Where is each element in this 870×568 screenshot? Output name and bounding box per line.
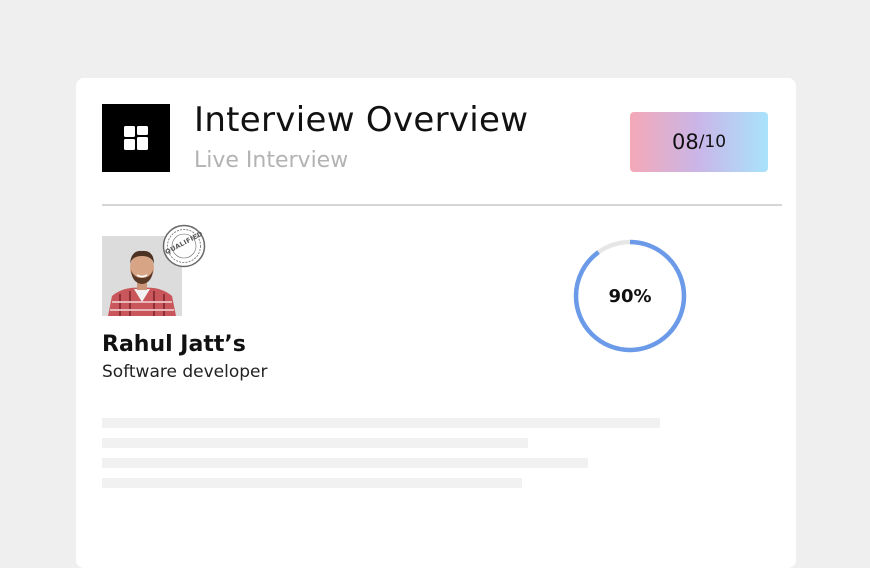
dashboard-grid-icon bbox=[102, 104, 170, 172]
score-value: 08 bbox=[671, 130, 699, 154]
score-badge: 08/10 bbox=[630, 112, 768, 172]
placeholder-line bbox=[102, 478, 522, 488]
candidate-role: Software developer bbox=[102, 362, 268, 382]
candidate-name: Rahul Jatt’s bbox=[102, 332, 246, 357]
placeholder-line bbox=[102, 418, 660, 428]
progress-label: 90% bbox=[608, 285, 652, 307]
header-divider bbox=[102, 204, 782, 206]
score-total: /10 bbox=[698, 132, 727, 152]
page-subtitle: Live Interview bbox=[194, 148, 349, 173]
progress-ring: 90% bbox=[572, 238, 688, 354]
placeholder-line bbox=[102, 458, 588, 468]
qualified-stamp-icon: QUALIFIED bbox=[162, 224, 206, 268]
placeholder-line bbox=[102, 438, 528, 448]
interview-overview-card: Interview Overview Live Interview 08/10 bbox=[76, 78, 796, 568]
page-title: Interview Overview bbox=[194, 100, 529, 140]
